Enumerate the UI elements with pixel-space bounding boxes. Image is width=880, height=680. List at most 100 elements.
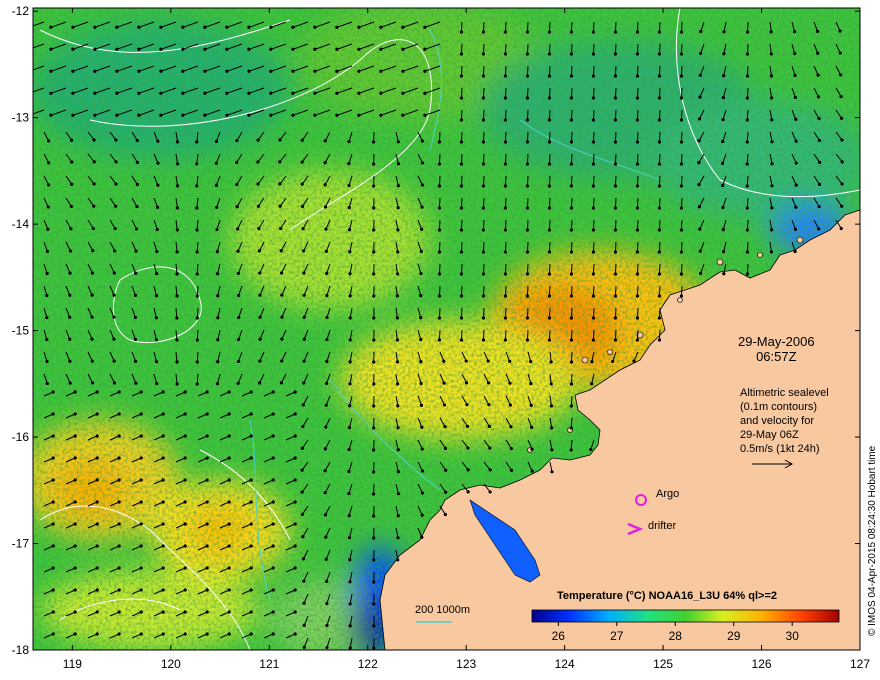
velocity-vector-head [466,446,470,450]
velocity-vector-head [176,162,180,166]
velocity-vector-head [372,404,376,408]
velocity-vector-head [591,228,596,232]
velocity-vector-head [302,381,306,385]
velocity-vector-head [396,228,400,232]
velocity-vector-head [175,250,179,254]
velocity-vector-head [325,337,329,342]
velocity-vector-head [530,469,534,473]
velocity-vector-head [302,623,306,627]
velocity-vector-head [49,113,53,117]
velocity-vector-head [278,182,282,186]
velocity-vector-head [401,47,405,51]
velocity-vector-head [205,434,209,438]
velocity-vector-head [95,610,99,614]
velocity-vector-head [569,162,574,166]
velocity-vector-head [591,140,596,144]
velocity-vector-head [134,271,138,275]
velocity-vector-head [347,139,351,144]
velocity-vector-head [547,96,552,100]
velocity-vector-head [205,500,209,504]
velocity-vector-head [591,206,596,210]
velocity-vector-head [613,162,618,166]
velocity-vector-head [156,205,160,209]
velocity-vector-head [73,390,77,394]
velocity-vector-head [95,456,99,460]
velocity-vector-head [569,294,574,298]
velocity-vector-head [161,478,165,482]
velocity-vector-head [92,138,96,142]
velocity-vector-head [302,337,306,341]
velocity-vector-head [679,30,684,34]
velocity-vector-head [269,91,273,95]
velocity-vector-head [372,536,376,540]
velocity-vector-head [135,138,139,143]
velocity-vector-head [271,434,275,438]
velocity-vector-head [697,205,701,209]
x-tick-label: 122 [358,657,378,671]
velocity-vector-head [93,47,97,51]
velocity-vector-head [117,522,121,526]
velocity-vector-head [68,271,72,275]
velocity-vector-head [302,579,306,583]
velocity-vector-head [156,161,160,165]
y-tick-label: -17 [12,537,30,551]
velocity-vector-head [279,226,283,231]
velocity-vector-head [481,74,486,78]
velocity-vector-head [91,226,95,231]
velocity-vector-head [635,184,640,188]
velocity-vector-head [372,206,376,210]
velocity-vector-head [721,250,726,254]
velocity-vector-head [95,434,99,438]
velocity-vector-head [90,271,95,275]
velocity-vector-head [525,184,530,188]
velocity-vector-head [139,632,143,636]
velocity-vector-head [591,338,596,342]
velocity-vector-head [51,478,55,482]
velocity-vector-head [525,52,530,56]
velocity-vector-head [503,184,508,188]
velocity-vector-head [205,390,209,394]
velocity-vector-head [114,204,118,208]
velocity-vector-head [302,645,306,649]
velocity-vector-head [335,91,339,95]
velocity-vector-head [51,610,55,614]
velocity-vector-head [227,456,231,460]
velocity-vector-head [635,30,640,34]
velocity-vector-head [529,403,533,408]
velocity-vector-head [444,468,448,472]
velocity-vector-head [47,161,51,165]
velocity-vector-head [247,91,251,95]
velocity-vector-head [503,118,508,122]
velocity-vector-head [437,272,442,276]
velocity-vector-head [569,52,574,56]
velocity-vector-head [90,359,94,363]
velocity-vector-head [657,30,662,34]
date-block: 29-May-2006 06:57Z [738,334,815,364]
velocity-vector-head [721,183,725,188]
velocity-vector-head [486,359,490,363]
velocity-vector-head [817,182,822,186]
velocity-vector-head [27,48,30,51]
velocity-vector-head [51,434,55,438]
velocity-vector-head [161,566,165,570]
velocity-vector-head [401,69,405,73]
velocity-vector-head [68,381,72,385]
velocity-vector-head [525,338,530,342]
velocity-vector-head [372,492,376,496]
velocity-vector-head [508,381,512,385]
velocity-vector-head [679,228,684,232]
velocity-vector-head [745,52,750,56]
colorbar-tick-label: 30 [786,629,800,643]
velocity-vector-head [569,74,574,78]
velocity-vector-head [657,338,662,342]
velocity-vector-head [372,360,376,364]
velocity-vector-head [247,69,251,73]
velocity-vector-head [613,118,618,122]
velocity-vector-head [442,359,446,363]
velocity-vector-head [293,434,297,438]
velocity-vector-head [73,544,77,548]
velocity-vector-head [459,118,464,122]
velocity-vector-head [323,491,327,495]
velocity-vector-head [323,447,327,451]
velocity-vector-head [215,272,220,276]
